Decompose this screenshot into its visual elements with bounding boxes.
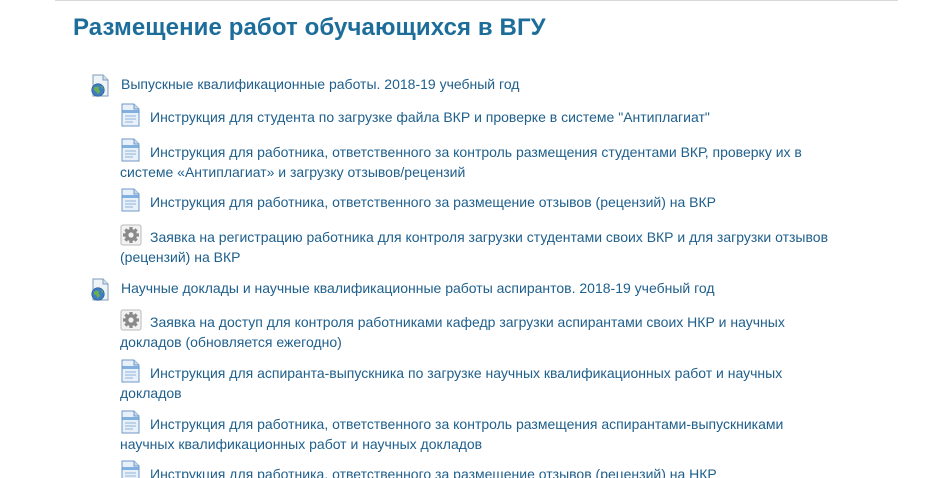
document-icon xyxy=(120,103,142,127)
doc-link-aspirant-instruction[interactable]: Инструкция для аспиранта-выпускника по з… xyxy=(120,359,840,403)
form-label: Заявка на регистрацию работника для конт… xyxy=(120,229,829,265)
doc-label: Инструкция для работника, ответственного… xyxy=(120,416,784,452)
doc-link-student-instruction[interactable]: Инструкция для студента по загрузке файл… xyxy=(120,103,840,127)
doc-link-reviews-instruction[interactable]: Инструкция для работника, ответственного… xyxy=(120,188,840,212)
doc-label: Инструкция для работника, ответственного… xyxy=(150,466,717,478)
document-icon xyxy=(120,460,142,478)
section-label: Выпускные квалификационные работы. 2018-… xyxy=(121,76,520,92)
document-icon xyxy=(120,188,142,212)
section-link-nkr[interactable]: Научные доклады и научные квалификационн… xyxy=(89,278,849,301)
doc-label: Инструкция для студента по загрузке файл… xyxy=(150,109,710,125)
form-label: Заявка на доступ для контроля работникам… xyxy=(120,314,785,350)
gear-icon xyxy=(120,308,142,332)
form-link-vkr-registration[interactable]: Заявка на регистрацию работника для конт… xyxy=(120,224,840,267)
globe-doc-icon xyxy=(89,278,111,302)
doc-label: Инструкция для аспиранта-выпускника по з… xyxy=(120,365,783,401)
doc-label: Инструкция для работника, ответственного… xyxy=(120,144,802,180)
gear-icon xyxy=(120,223,142,247)
doc-link-nkr-control-instruction[interactable]: Инструкция для работника, ответственного… xyxy=(120,410,840,454)
form-link-nkr-access[interactable]: Заявка на доступ для контроля работникам… xyxy=(120,309,840,352)
section-link-vkr[interactable]: Выпускные квалификационные работы. 2018-… xyxy=(89,74,849,97)
doc-link-staff-control-instruction[interactable]: Инструкция для работника, ответственного… xyxy=(120,138,840,182)
document-icon xyxy=(120,410,142,434)
page-title: Размещение работ обучающихся в ВГУ xyxy=(73,14,546,41)
page: Размещение работ обучающихся в ВГУ Выпус… xyxy=(0,0,929,478)
globe-doc-icon xyxy=(89,74,111,98)
doc-label: Инструкция для работника, ответственного… xyxy=(150,194,717,210)
document-icon xyxy=(120,359,142,383)
doc-link-nkr-reviews-instruction[interactable]: Инструкция для работника, ответственного… xyxy=(120,460,840,478)
section-label: Научные доклады и научные квалификационн… xyxy=(121,280,715,296)
top-divider xyxy=(55,0,898,1)
document-icon xyxy=(120,138,142,162)
